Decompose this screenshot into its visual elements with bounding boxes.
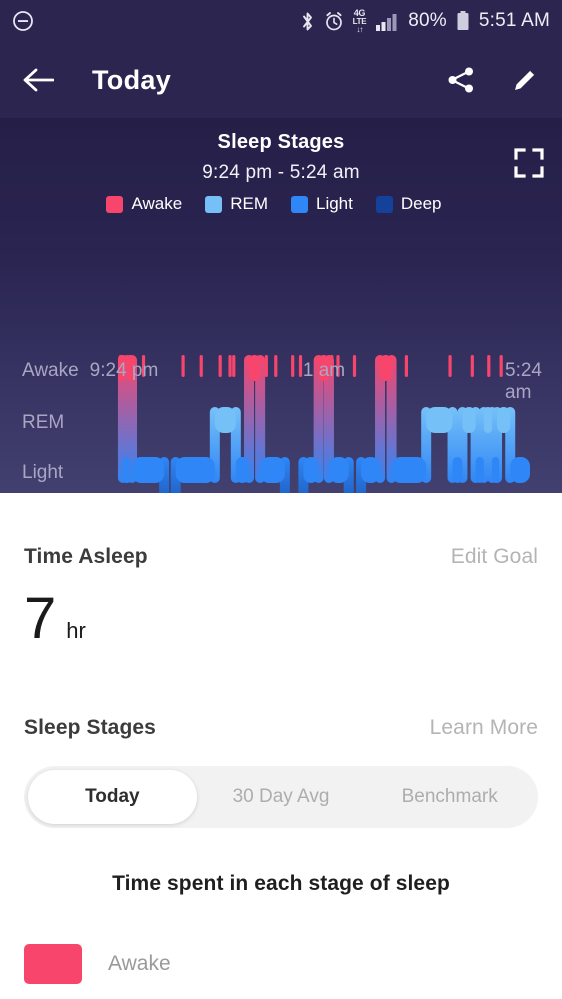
x-axis-labels: 9:24 pm1 am5:24 am [0, 360, 562, 390]
share-icon[interactable] [446, 66, 476, 94]
time-asleep-header: Time Asleep Edit Goal [24, 493, 538, 569]
content-area: Time Asleep Edit Goal 7 hr Sleep Stages … [0, 493, 562, 984]
time-asleep-unit: hr [66, 618, 86, 644]
sleep-stages-tabs: Today30 Day AvgBenchmark [24, 766, 538, 828]
stage-legend-list: Awake [24, 944, 538, 984]
page-title: Today [92, 65, 171, 96]
network-type-indicator: 4G LTE ↓↑ [353, 9, 367, 34]
tab-today[interactable]: Today [28, 770, 197, 824]
tab-benchmark[interactable]: Benchmark [365, 770, 534, 824]
app-bar: Today [0, 42, 562, 118]
legend-swatch-rem [205, 196, 222, 213]
stage-caption: Time spent in each stage of sleep [24, 872, 538, 896]
hypnogram-plot: AwakeREMLightDeep 9:24 pm1 am5:24 am [0, 338, 562, 493]
legend-label-awake: Awake [131, 194, 182, 214]
chart-legend: Awake REM Light Deep [0, 194, 562, 214]
learn-more-link[interactable]: Learn More [430, 716, 538, 740]
hypnogram-segment-rem [497, 407, 510, 433]
hypnogram-segment-rem [215, 407, 236, 433]
sleep-stages-header: Sleep Stages Learn More [24, 646, 538, 740]
chart-title: Sleep Stages [0, 118, 562, 154]
do-not-disturb-icon [12, 10, 34, 32]
legend-swatch-awake [106, 196, 123, 213]
x-axis-label: 9:24 pm [90, 360, 159, 382]
bluetooth-icon [300, 11, 315, 32]
legend-item-light: Light [291, 194, 353, 214]
battery-percent-label: 80% [408, 10, 447, 32]
alarm-clock-icon [324, 11, 344, 32]
legend-item-rem: REM [205, 194, 268, 214]
hypnogram-segment-rem [426, 407, 452, 433]
edit-pencil-icon[interactable] [510, 65, 540, 95]
battery-icon [456, 10, 470, 32]
time-asleep-title: Time Asleep [24, 545, 148, 569]
x-axis-label: 5:24 am [505, 360, 543, 404]
hypnogram-segment-rem [462, 407, 475, 433]
legend-item-awake: Awake [106, 194, 182, 214]
hypnogram-segment-light [132, 457, 164, 483]
sleep-stages-title: Sleep Stages [24, 716, 156, 740]
clock-label: 5:51 AM [479, 10, 550, 32]
legend-swatch-light [291, 196, 308, 213]
back-arrow-icon[interactable] [22, 67, 54, 93]
edit-goal-link[interactable]: Edit Goal [451, 545, 538, 569]
status-bar-right: 4G LTE ↓↑ 80% 5:51 AM [300, 9, 550, 34]
hypnogram-segment-light [236, 457, 249, 483]
stage-name-awake: Awake [108, 952, 171, 976]
status-bar: 4G LTE ↓↑ 80% 5:51 AM [0, 0, 562, 42]
hypnogram-segment-light [176, 457, 215, 483]
legend-label-deep: Deep [401, 194, 442, 214]
time-asleep-number: 7 [24, 591, 56, 646]
hypnogram-segment-light [303, 457, 318, 483]
hypnogram-segment-light [476, 457, 484, 483]
chart-time-range: 9:24 pm - 5:24 am [0, 162, 562, 184]
time-asleep-value: 7 hr [24, 591, 538, 646]
hypnogram-segment-light [510, 457, 530, 483]
legend-swatch-deep [376, 196, 393, 213]
hypnogram-segment-light [392, 457, 427, 483]
sleep-stages-chart-card: Sleep Stages 9:24 pm - 5:24 am Awake REM L… [0, 118, 562, 493]
tab-30-day-avg[interactable]: 30 Day Avg [197, 770, 366, 824]
hypnogram-segment-light [260, 457, 285, 483]
x-axis-label: 1 am [303, 360, 345, 382]
data-transfer-arrows-icon: ↓↑ [356, 26, 362, 34]
hypnogram-segment-light [123, 457, 130, 483]
hypnogram-segment-light [361, 457, 380, 483]
legend-label-rem: REM [230, 194, 268, 214]
stage-swatch-awake [24, 944, 82, 984]
app-bar-actions [446, 65, 540, 95]
stage-row: Awake [24, 944, 538, 984]
signal-bars-icon [375, 11, 399, 32]
hypnogram-segment-light [453, 457, 463, 483]
hypnogram-segment-rem [484, 407, 492, 433]
legend-label-light: Light [316, 194, 353, 214]
hypnogram-segment-light [492, 457, 499, 483]
legend-item-deep: Deep [376, 194, 442, 214]
status-bar-left [12, 10, 34, 32]
hypnogram-segment-light [329, 457, 349, 483]
fullscreen-expand-icon[interactable] [514, 148, 544, 183]
